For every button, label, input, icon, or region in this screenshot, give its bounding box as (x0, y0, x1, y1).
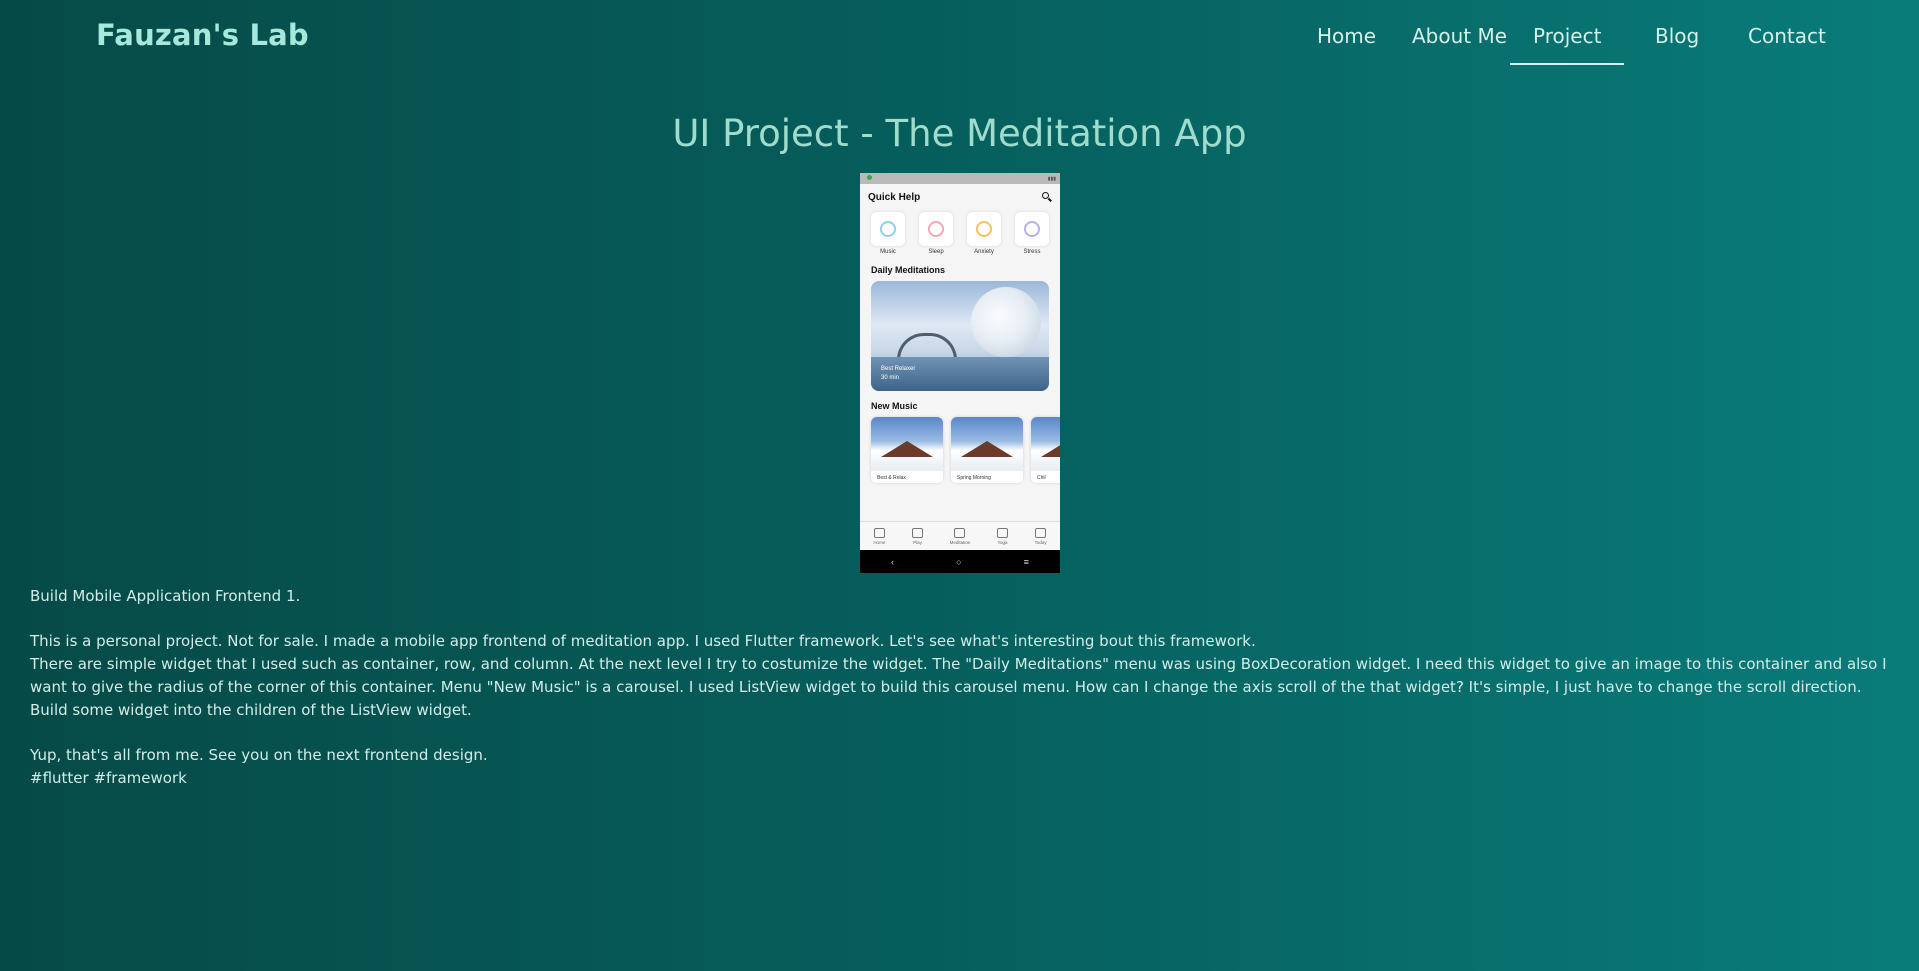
nav-project[interactable]: Project (1509, 24, 1626, 65)
bottom-nav-item: Yoga (997, 527, 1009, 545)
bottom-nav-item: Play (911, 527, 923, 545)
headphones-icon (880, 221, 896, 237)
article-intro: Build Mobile Application Frontend 1. (30, 587, 301, 605)
article-paragraph: This is a personal project. Not for sale… (30, 630, 1890, 722)
menu-icon: ≡ (1023, 556, 1029, 567)
bottom-nav-item: Today (1035, 527, 1047, 545)
sad-face-icon (976, 221, 992, 237)
music-note-icon (911, 527, 923, 538)
nav-blog[interactable]: Blog (1655, 24, 1699, 48)
article-body: Build Mobile Application Frontend 1. Thi… (30, 585, 1890, 812)
site-brand[interactable]: Fauzan's Lab (96, 18, 309, 52)
meditation-icon (954, 527, 966, 538)
music-carousel: Best & Relax Spring Morning Chil (860, 417, 1060, 483)
smile-icon (1024, 221, 1040, 237)
quick-item-stress: Stress (1014, 212, 1050, 255)
music-card: Best & Relax (871, 417, 943, 483)
article-tags: #flutter #framework (30, 769, 187, 787)
music-card: Spring Morning (951, 417, 1023, 483)
nav-about-me[interactable]: About Me (1412, 24, 1507, 48)
daily-meditations-heading: Daily Meditations (871, 265, 946, 275)
status-dot-icon (867, 175, 872, 180)
status-icons: ▮▮▮ (1047, 175, 1056, 182)
music-label: Best & Relax (877, 475, 906, 481)
quick-label: Music (880, 249, 896, 255)
clock-icon (928, 221, 944, 237)
snowy-tree-image (971, 287, 1041, 357)
article-line: This is a personal project. Not for sale… (30, 632, 1256, 650)
quick-item-sleep: Sleep (918, 212, 954, 255)
top-navbar: Fauzan's Lab Home About Me Project Blog … (0, 0, 1919, 78)
article-outro: Yup, that's all from me. See you on the … (30, 744, 1890, 790)
phone-system-nav: ‹ ○ ≡ (860, 550, 1060, 573)
phone-header-title: Quick Help (868, 191, 921, 203)
card-caption: Best Relaxer 30 min (881, 365, 915, 383)
app-screenshot: ▮▮▮ Quick Help Music Sleep Anxiety Stres… (860, 173, 1060, 573)
home-icon (873, 527, 885, 538)
phone-header: Quick Help (860, 184, 1060, 210)
music-card: Chil (1031, 417, 1060, 483)
page-title: UI Project - The Meditation App (672, 112, 1247, 155)
music-label: Spring Morning (957, 475, 991, 481)
status-left (864, 175, 872, 182)
quick-label: Stress (1023, 249, 1041, 255)
bottom-nav-item: Home (873, 527, 885, 545)
card-title: Best Relaxer (881, 366, 916, 372)
quick-item-anxiety: Anxiety (966, 212, 1002, 255)
quick-item-music: Music (870, 212, 906, 255)
bottom-nav-item: Meditation (950, 527, 970, 545)
quick-help-row: Music Sleep Anxiety Stress (860, 212, 1060, 255)
search-icon (1042, 192, 1052, 202)
card-duration: 30 min (881, 375, 900, 381)
daily-meditation-card: Best Relaxer 30 min (871, 281, 1049, 391)
new-music-heading: New Music (871, 401, 918, 411)
calendar-icon (1035, 527, 1047, 538)
bridge-image (897, 333, 957, 360)
back-icon: ‹ (891, 556, 895, 567)
music-label: Chil (1037, 475, 1046, 481)
nav-contact[interactable]: Contact (1748, 24, 1826, 48)
home-circle-icon: ○ (956, 556, 962, 567)
quick-label: Sleep (928, 249, 944, 255)
phone-status-bar: ▮▮▮ (860, 173, 1060, 184)
quick-label: Anxiety (974, 249, 994, 255)
nav-home[interactable]: Home (1317, 24, 1376, 48)
article-line: There are simple widget that I used such… (30, 655, 1887, 719)
video-icon (997, 527, 1009, 538)
phone-bottom-nav: Home Play Meditation Yoga Today (860, 521, 1060, 550)
article-line: Yup, that's all from me. See you on the … (30, 746, 488, 764)
